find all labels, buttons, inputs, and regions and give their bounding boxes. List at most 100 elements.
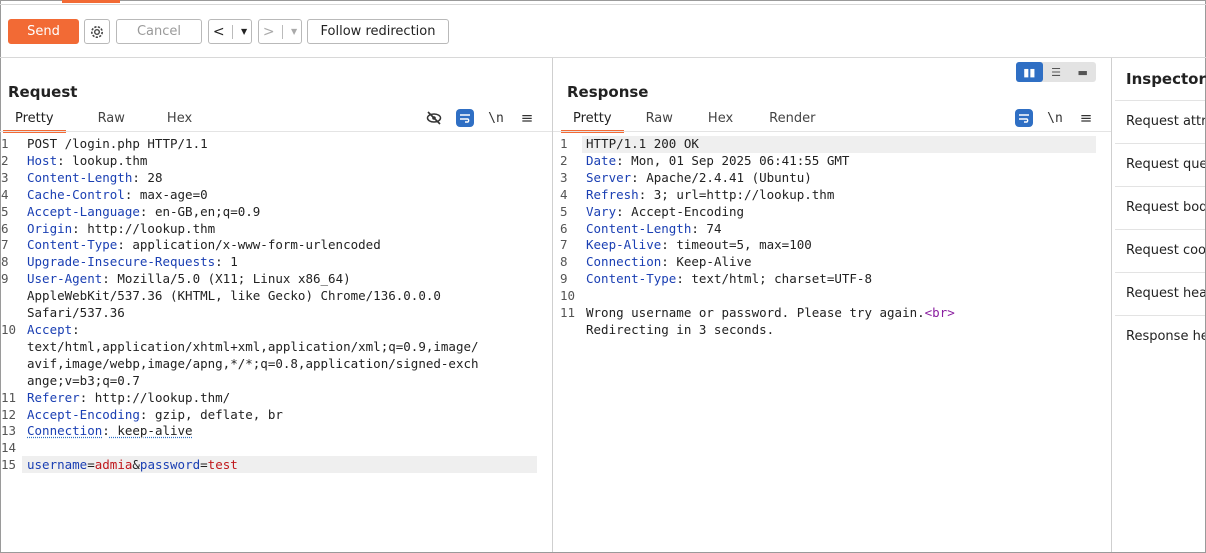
response-line: Keep-Alive: timeout=5, max=100 xyxy=(586,237,955,254)
param-value: admia xyxy=(94,457,133,473)
response-tabs-underline xyxy=(553,131,1111,132)
line-number: 2 xyxy=(560,152,568,168)
response-line: Redirecting in 3 seconds. xyxy=(586,322,955,339)
tab-pretty[interactable]: Pretty xyxy=(561,110,624,133)
chevron-down-icon[interactable]: ▼ xyxy=(241,27,247,36)
inspector-title: Inspector xyxy=(1126,70,1206,88)
send-button[interactable]: Send xyxy=(8,19,79,44)
tab-bar-divider xyxy=(0,4,1206,5)
request-line: Accept-Language: en-GB,en;q=0.9 xyxy=(27,204,479,221)
header-name: Keep-Alive xyxy=(586,237,662,253)
line-number: 3 xyxy=(1,169,9,185)
header-name: Origin xyxy=(27,220,73,236)
line-text: POST /login.php HTTP/1.1 xyxy=(27,136,208,151)
tab-render[interactable]: Render xyxy=(757,110,827,130)
single-pane-icon[interactable]: ▬ xyxy=(1069,62,1096,82)
response-line: Connection: Keep-Alive xyxy=(586,254,955,271)
header-colon: : xyxy=(616,203,624,219)
header-name: Content-Length xyxy=(586,220,692,236)
line-number: 3 xyxy=(560,169,568,185)
line-number: 6 xyxy=(1,220,9,236)
header-colon: : xyxy=(72,321,80,337)
param-name: username xyxy=(27,457,88,473)
header-value: text/html; charset=UTF-8 xyxy=(683,271,872,287)
response-line: Content-Type: text/html; charset=UTF-8 xyxy=(586,271,955,288)
inspector-splitter[interactable] xyxy=(1111,58,1112,552)
tab-raw[interactable]: Raw xyxy=(86,110,137,130)
inspector-item[interactable]: Request body parameters xyxy=(1115,186,1205,229)
line-text: Redirecting in 3 seconds. xyxy=(586,321,775,337)
header-colon: : xyxy=(691,220,699,236)
line-number: 10 xyxy=(1,321,17,337)
response-line: Content-Length: 74 xyxy=(586,221,955,238)
header-colon: : xyxy=(616,152,624,168)
cancel-button[interactable]: Cancel xyxy=(116,19,202,44)
inspector-item[interactable]: Request headers xyxy=(1115,272,1205,315)
header-colon: : xyxy=(132,169,140,185)
header-value: Apache/2.4.41 (Ubuntu) xyxy=(638,169,812,185)
tab-hex[interactable]: Hex xyxy=(155,110,204,130)
request-editor[interactable]: POST /login.php HTTP/1.1 Host: lookup.thm… xyxy=(27,136,479,474)
tab-pretty[interactable]: Pretty xyxy=(3,110,66,133)
eye-slash-icon[interactable] xyxy=(425,109,443,127)
tab-hex[interactable]: Hex xyxy=(696,110,745,130)
newline-icon[interactable]: \n xyxy=(487,109,505,127)
line-number: 4 xyxy=(1,186,9,202)
menu-icon[interactable]: ≡ xyxy=(518,109,536,127)
header-name: Cache-Control xyxy=(27,186,125,202)
inspector-item[interactable]: Request query parameters xyxy=(1115,143,1205,186)
history-forward-button[interactable]: > ▼ xyxy=(258,19,302,44)
response-viewer[interactable]: HTTP/1.1 200 OK Date: Mon, 01 Sep 2025 06… xyxy=(586,136,955,339)
wrap-icon[interactable] xyxy=(456,109,474,127)
history-back-button[interactable]: < ▼ xyxy=(208,19,252,44)
header-name: Server xyxy=(586,169,632,185)
response-line: HTTP/1.1 200 OK xyxy=(586,136,955,153)
header-name: Accept-Language xyxy=(27,203,140,219)
request-line: Host: lookup.thm xyxy=(27,153,479,170)
settings-button[interactable] xyxy=(84,19,110,44)
header-name: Host xyxy=(27,152,58,168)
response-tabs: Pretty Raw Hex Render xyxy=(561,110,827,133)
request-tabs-underline xyxy=(0,131,552,132)
split-columns-icon[interactable]: ▮▮ xyxy=(1016,62,1043,82)
pane-splitter[interactable] xyxy=(552,58,553,552)
follow-redirection-button[interactable]: Follow redirection xyxy=(307,19,449,44)
header-name: Connection xyxy=(27,423,103,439)
split-rows-icon[interactable]: ☰ xyxy=(1043,62,1070,82)
menu-icon[interactable]: ≡ xyxy=(1077,109,1095,127)
param-equals: = xyxy=(200,457,208,473)
inspector-item[interactable]: Request attributes xyxy=(1115,100,1205,143)
tab-raw[interactable]: Raw xyxy=(634,110,685,130)
header-name: Content-Type xyxy=(27,237,118,253)
header-value: 1 xyxy=(222,254,238,270)
line-number: 2 xyxy=(1,152,9,168)
header-value: en-GB,en;q=0.9 xyxy=(147,203,261,219)
response-line: Date: Mon, 01 Sep 2025 06:41:55 GMT xyxy=(586,153,955,170)
request-line: ange;v=b3;q=0.7 xyxy=(27,373,479,390)
response-line xyxy=(586,288,955,305)
inspector-item[interactable]: Response headers xyxy=(1115,315,1205,358)
wrap-icon[interactable] xyxy=(1015,109,1033,127)
header-name: User-Agent xyxy=(27,271,103,287)
line-number: 9 xyxy=(560,271,568,287)
request-line: Origin: http://lookup.thm xyxy=(27,221,479,238)
line-text: ange;v=b3;q=0.7 xyxy=(27,372,140,388)
request-tabs: Pretty Raw Hex xyxy=(3,110,204,133)
header-name: Accept xyxy=(27,321,73,337)
header-name: Vary xyxy=(586,203,617,219)
response-line-numbers: 1 2 3 4 5 6 7 8 9 10 11 xyxy=(560,136,580,339)
layout-toggle[interactable]: ▮▮ ☰ ▬ xyxy=(1016,62,1096,82)
request-line: avif,image/webp,image/apng,*/*;q=0.8,app… xyxy=(27,356,479,373)
header-name: Connection xyxy=(586,254,662,270)
inspector-item[interactable]: Request cookies xyxy=(1115,229,1205,272)
newline-icon[interactable]: \n xyxy=(1046,109,1064,127)
request-line: Cache-Control: max-age=0 xyxy=(27,187,479,204)
request-line: username=admia&password=test xyxy=(27,457,479,474)
line-number xyxy=(1,305,21,322)
chevron-down-icon[interactable]: ▼ xyxy=(291,27,297,36)
request-line: Accept: xyxy=(27,322,479,339)
param-name: password xyxy=(139,457,201,473)
line-text: text/html,application/xhtml+xml,applicat… xyxy=(27,338,479,354)
header-name: Content-Type xyxy=(586,271,677,287)
header-value: Accept-Encoding xyxy=(623,203,745,219)
